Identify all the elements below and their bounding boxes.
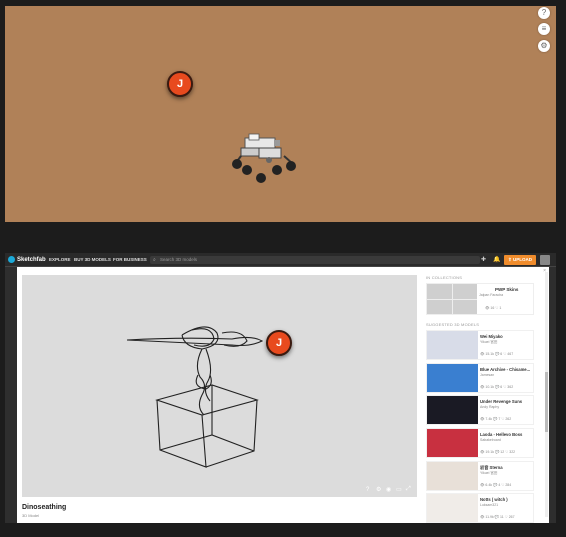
model-author: Luksam321 bbox=[480, 503, 499, 508]
model-thumbnail bbox=[427, 461, 478, 490]
model-title: Dinoseathing bbox=[22, 504, 67, 511]
suggested-model-card[interactable]: Wei Miyako Yikuei 宮田 👁 15.1k 💬 6 ♡ 467 bbox=[426, 330, 534, 360]
logo-icon bbox=[8, 256, 15, 263]
scrollbar[interactable] bbox=[545, 272, 548, 517]
suggested-model-card[interactable]: Blue Archive - Chisame... Jamesan 👁 10.1k … bbox=[426, 362, 534, 393]
model-title: Notts ( witch ) bbox=[480, 497, 508, 503]
suggested-model-card[interactable]: Under Revenge Suns Andy Raphy 👁 7.4k 💬 7 ♡… bbox=[426, 395, 534, 426]
model-title: Under Revenge Suns bbox=[480, 399, 523, 405]
model-author: Andy Raphy bbox=[480, 405, 500, 410]
model-modal: J ? ⚙ ◉ ▭ ⤢ Dinoseathing 3D Model × IN C… bbox=[17, 267, 549, 523]
model-author: Sabakelroard bbox=[480, 438, 501, 443]
sidebar: IN COLLECTIONS PWP Skins Jalpan Faracha … bbox=[426, 275, 546, 523]
help-icon[interactable]: ? bbox=[366, 487, 369, 493]
model-thumbnail bbox=[427, 331, 478, 359]
suggested-model-card[interactable]: Notts ( witch ) Luksam321 👁 11.9k 💬 11 ♡ 2… bbox=[426, 493, 534, 523]
upload-button[interactable]: ⇪ UPLOAD bbox=[504, 255, 536, 265]
nav-for-business[interactable]: FOR BUSINESS bbox=[113, 257, 147, 262]
collection-name: PWP Skins bbox=[495, 287, 519, 292]
background-edge-left bbox=[5, 267, 17, 523]
model-title: Wei Miyako bbox=[480, 334, 503, 339]
model-title: Blue Archive - Chisame... bbox=[480, 366, 531, 372]
cart-icon[interactable]: ✚ bbox=[481, 256, 486, 263]
avatar[interactable] bbox=[540, 255, 550, 265]
collection-thumbnails bbox=[427, 284, 477, 314]
annotation-pin[interactable]: J bbox=[266, 330, 292, 356]
top-nav: Sketchfab EXPLORE BUY 3D MODELS FOR BUSI… bbox=[5, 253, 556, 267]
pin-label: J bbox=[275, 337, 283, 349]
sketchfab-logo[interactable]: Sketchfab bbox=[8, 256, 46, 263]
model-thumbnail bbox=[427, 494, 478, 523]
vr-icon[interactable]: ◉ bbox=[386, 486, 391, 493]
collection-stats: 👁 16 ♡ 1 bbox=[485, 306, 502, 310]
search-input[interactable]: ⌕ Search 3D models bbox=[150, 256, 480, 264]
settings-icon[interactable]: ⚙ bbox=[376, 486, 381, 493]
logo-text: Sketchfab bbox=[17, 256, 46, 263]
model-thumbnail bbox=[427, 396, 478, 425]
model-viewer[interactable]: J ? ⚙ ◉ ▭ ⤢ bbox=[22, 275, 417, 497]
model-subtitle: 3D Model bbox=[22, 513, 40, 518]
scrollbar-thumb[interactable] bbox=[545, 372, 548, 432]
layers-icon[interactable]: ≡ bbox=[538, 23, 550, 35]
settings-icon[interactable]: ⚙ bbox=[538, 40, 550, 52]
model-stats: 👁 6.4k 💬 4 ♡ 284 bbox=[480, 482, 512, 487]
help-icon[interactable]: ? bbox=[538, 7, 550, 19]
collections-heading: IN COLLECTIONS bbox=[426, 275, 463, 280]
model-author: Yikuei 宮田 bbox=[480, 470, 498, 475]
model-stats: 👁 7.4k 💬 7 ♡ 262 bbox=[480, 417, 512, 422]
search-icon: ⌕ bbox=[153, 257, 156, 263]
collection-author: Jalpan Faracha bbox=[479, 293, 504, 297]
suggested-model-card[interactable]: 初音 Sterna Yikuei 宮田 👁 6.4k 💬 4 ♡ 284 bbox=[426, 460, 534, 491]
suggested-heading: SUGGESTED 3D MODELS bbox=[426, 322, 480, 327]
screen: ? ≡ ⚙ J Sketchfab EXPLORE BUY 3D MODELS … bbox=[0, 0, 566, 537]
model-stats: 👁 11.9k 💬 11 ♡ 267 bbox=[480, 515, 515, 520]
model-author: Jamesan bbox=[480, 372, 495, 377]
search-placeholder: Search 3D models bbox=[160, 257, 198, 262]
suggested-list: Wei Miyako Yikuei 宮田 👁 15.1k 💬 6 ♡ 467 Blue… bbox=[426, 330, 546, 523]
rover-model bbox=[232, 133, 296, 183]
nav-explore[interactable]: EXPLORE bbox=[49, 257, 71, 262]
sketchfab-page: Sketchfab EXPLORE BUY 3D MODELS FOR BUSI… bbox=[5, 253, 556, 523]
model-title: Laoda - Hellevo Boss bbox=[480, 432, 523, 438]
model-stats: 👁 15.1k 💬 6 ♡ 467 bbox=[480, 352, 514, 356]
top-model-viewer[interactable]: ? ≡ ⚙ J bbox=[5, 6, 556, 222]
notification-icon[interactable]: 🔔 bbox=[493, 256, 500, 263]
ar-icon[interactable]: ▭ bbox=[396, 486, 402, 493]
model-stats: 👁 10.1k 💬 6 ♡ 362 bbox=[480, 384, 514, 389]
model-author: Yikuei 宮田 bbox=[480, 340, 498, 344]
nav-buy-3d-models[interactable]: BUY 3D MODELS bbox=[74, 257, 111, 262]
collection-card[interactable]: PWP Skins Jalpan Faracha 👁 16 ♡ 1 bbox=[426, 283, 534, 315]
pin-label: J bbox=[176, 78, 184, 90]
suggested-model-card[interactable]: Laoda - Hellevo Boss Sabakelroard 👁 19.1k … bbox=[426, 428, 534, 459]
annotation-pin[interactable]: J bbox=[167, 71, 193, 97]
model-thumbnail bbox=[427, 429, 478, 458]
fullscreen-icon[interactable]: ⤢ bbox=[406, 486, 411, 493]
model-thumbnail bbox=[427, 363, 478, 392]
model-stats: 👁 19.1k 💬 12 ♡ 322 bbox=[480, 450, 516, 455]
background-edge-right bbox=[549, 267, 556, 523]
